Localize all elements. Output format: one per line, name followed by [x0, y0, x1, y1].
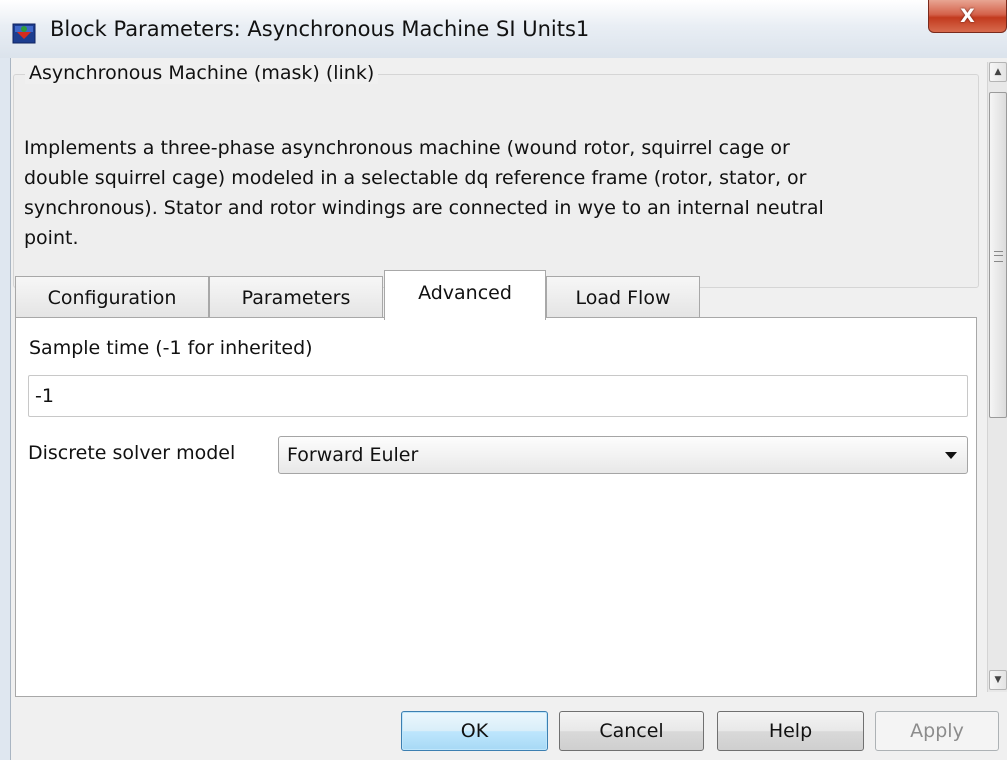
- tab-parameters[interactable]: Parameters: [209, 276, 383, 318]
- solver-model-label: Discrete solver model: [28, 442, 236, 464]
- apply-button[interactable]: Apply: [875, 711, 999, 751]
- help-button[interactable]: Help: [717, 711, 864, 751]
- block-description: Implements a three-phase asynchronous ma…: [24, 137, 824, 249]
- scroll-down-button[interactable]: ▼: [989, 670, 1007, 690]
- cancel-button[interactable]: Cancel: [559, 711, 704, 751]
- scroll-up-icon: ▲: [994, 67, 1002, 77]
- scroll-thumb[interactable]: [989, 92, 1007, 418]
- description-legend: Asynchronous Machine (mask) (link): [25, 62, 379, 84]
- title-bar: Block Parameters: Asynchronous Machine S…: [0, 0, 1007, 59]
- grip-icon: [994, 251, 1003, 262]
- close-button[interactable]: X: [928, 0, 1007, 33]
- sample-time-label: Sample time (-1 for inherited): [29, 337, 313, 359]
- tab-load-flow[interactable]: Load Flow: [546, 276, 700, 318]
- solver-model-select[interactable]: Forward Euler: [278, 436, 968, 474]
- window-frame-left: [0, 58, 11, 760]
- description-group: Implements a three-phase asynchronous ma…: [13, 74, 979, 288]
- window-title: Block Parameters: Asynchronous Machine S…: [50, 17, 590, 41]
- ok-button[interactable]: OK: [401, 711, 548, 751]
- scroll-down-icon: ▼: [994, 675, 1002, 685]
- solver-model-value: Forward Euler: [287, 444, 419, 466]
- close-icon: X: [960, 5, 975, 27]
- scroll-up-button[interactable]: ▲: [989, 62, 1007, 82]
- sample-time-input[interactable]: -1: [28, 375, 968, 417]
- advanced-tab-panel: Sample time (-1 for inherited) -1 Discre…: [15, 317, 977, 697]
- tab-advanced[interactable]: Advanced: [384, 270, 546, 320]
- vertical-scrollbar[interactable]: ▲ ▼: [987, 62, 1007, 692]
- simulink-block-icon[interactable]: [12, 20, 38, 46]
- tab-configuration[interactable]: Configuration: [15, 276, 209, 318]
- dialog-client-area: Implements a three-phase asynchronous ma…: [11, 58, 1007, 760]
- dropdown-arrow-icon: [945, 452, 957, 459]
